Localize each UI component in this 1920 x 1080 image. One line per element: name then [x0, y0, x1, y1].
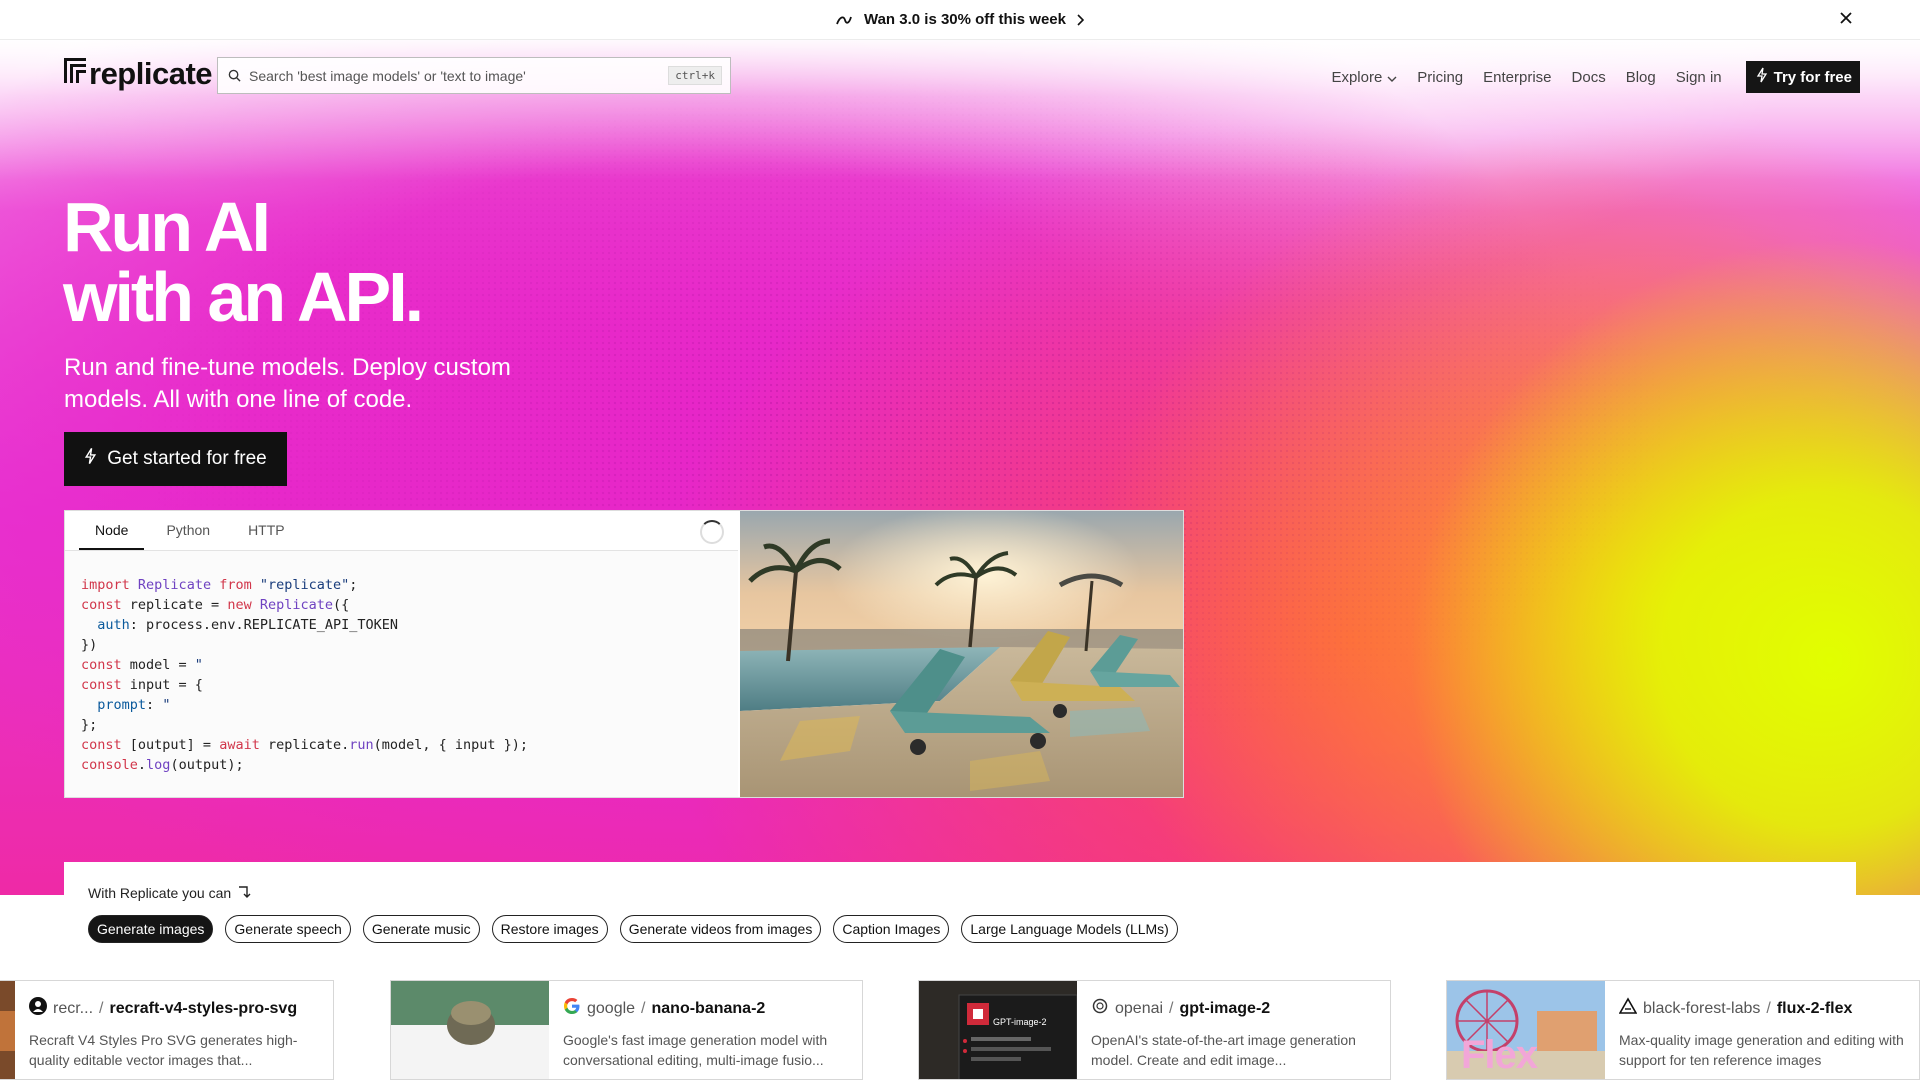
separator: /	[99, 999, 104, 1017]
code-pane: Node Python HTTP import Replicate from "…	[65, 511, 738, 797]
model-card[interactable]: recr... / recraft-v4-styles-pro-svg Recr…	[0, 980, 334, 1080]
model-name[interactable]: flux-2-flex	[1777, 1000, 1853, 1018]
model-description: Google's fast image generation model wit…	[563, 1032, 828, 1068]
arrow-down-right-icon	[237, 884, 251, 901]
chip-generate-videos[interactable]: Generate videos from images	[619, 915, 822, 943]
model-info: google / nano-banana-2 Google's fast ima…	[549, 981, 862, 1079]
chip-generate-music[interactable]: Generate music	[362, 915, 480, 943]
model-card[interactable]: GPT-image-2 openai / gpt-image-2 OpenAI'…	[918, 980, 1391, 1080]
nav-enterprise[interactable]: Enterprise	[1483, 69, 1551, 86]
nav-docs[interactable]: Docs	[1572, 69, 1606, 86]
search-input[interactable]: Search 'best image models' or 'text to i…	[217, 57, 731, 94]
language-tabs: Node Python HTTP	[65, 511, 738, 551]
nav-blog[interactable]: Blog	[1626, 69, 1656, 86]
hero-title: Run AI with an API.	[63, 188, 424, 336]
try-for-free-button[interactable]: Try for free	[1745, 61, 1860, 93]
chevron-right-icon	[1076, 13, 1084, 26]
capabilities-label-row: With Replicate you can	[88, 884, 251, 901]
announcement-bar[interactable]: Wan 3.0 is 30% off this week	[0, 0, 1920, 40]
model-owner: openai	[1115, 999, 1164, 1017]
model-card[interactable]: Flex black-forest-labs / flux-2-flex Max…	[1446, 980, 1920, 1080]
model-cards-row: recr... / recraft-v4-styles-pro-svg Recr…	[0, 980, 1920, 1080]
nav-pricing[interactable]: Pricing	[1417, 69, 1463, 86]
replicate-logo[interactable]: replicate	[63, 56, 213, 92]
google-logo-icon	[563, 997, 581, 1020]
model-info: black-forest-labs / flux-2-flex Max-qual…	[1605, 981, 1919, 1079]
model-card[interactable]: google / nano-banana-2 Google's fast ima…	[390, 980, 863, 1080]
model-title: black-forest-labs / flux-2-flex	[1618, 997, 1905, 1020]
nav-explore-label: Explore	[1331, 68, 1383, 86]
model-title: recr... / recraft-v4-styles-pro-svg	[29, 997, 319, 1020]
site-header: replicate Search 'best image models' or …	[0, 40, 1920, 112]
chip-generate-images[interactable]: Generate images	[88, 915, 214, 943]
bfl-triangle-icon	[1618, 997, 1638, 1020]
hero-title-line1: Run AI	[63, 188, 271, 266]
model-description: OpenAI's state-of-the-art image generati…	[1091, 1032, 1356, 1068]
chip-generate-speech[interactable]: Generate speech	[225, 915, 351, 943]
model-thumbnail: GPT-image-2	[919, 981, 1077, 1079]
model-name[interactable]: recraft-v4-styles-pro-svg	[109, 1000, 297, 1018]
model-info: recr... / recraft-v4-styles-pro-svg Recr…	[15, 981, 333, 1079]
code-block[interactable]: import Replicate from "replicate"; const…	[65, 551, 738, 799]
tab-node[interactable]: Node	[79, 522, 145, 550]
get-started-button[interactable]: Get started for free	[64, 432, 287, 486]
lightning-icon	[1756, 67, 1768, 87]
get-started-label: Get started for free	[107, 448, 267, 469]
announcement-text[interactable]: Wan 3.0 is 30% off this week	[864, 11, 1066, 28]
model-description: Max-quality image generation and editing…	[1619, 1032, 1904, 1068]
model-thumbnail	[391, 981, 549, 1079]
loading-spinner-icon	[699, 520, 724, 544]
code-example-card: Node Python HTTP import Replicate from "…	[64, 510, 1184, 798]
nav-sign-in[interactable]: Sign in	[1676, 69, 1722, 86]
openai-logo-icon	[1091, 997, 1109, 1020]
wan-logo-icon	[836, 14, 852, 26]
model-name[interactable]: nano-banana-2	[652, 1000, 766, 1018]
model-thumbnail: Flex	[1447, 981, 1605, 1079]
replicate-mark-icon	[63, 56, 87, 92]
tab-http[interactable]: HTTP	[232, 522, 301, 550]
capability-chips: Generate images Generate speech Generate…	[88, 915, 1178, 943]
close-icon[interactable]	[1838, 10, 1854, 26]
hero-title-line2: with an API.	[63, 258, 424, 336]
tab-python[interactable]: Python	[150, 522, 226, 550]
model-description: Recraft V4 Styles Pro SVG generates high…	[29, 1032, 298, 1068]
example-output-image	[737, 511, 1183, 797]
chevron-down-icon	[1387, 69, 1397, 86]
chip-caption-images[interactable]: Caption Images	[833, 915, 950, 943]
model-title: openai / gpt-image-2	[1091, 997, 1376, 1020]
lightning-icon	[84, 447, 97, 471]
main-nav: Explore Pricing Enterprise Docs Blog Sig…	[1331, 61, 1860, 93]
model-name[interactable]: gpt-image-2	[1180, 1000, 1271, 1018]
nav-explore[interactable]: Explore	[1331, 69, 1397, 86]
thumbnail-caption: Flex	[1461, 1033, 1538, 1077]
search-icon	[228, 69, 241, 82]
capabilities-label: With Replicate you can	[88, 884, 232, 901]
model-info: openai / gpt-image-2 OpenAI's state-of-t…	[1077, 981, 1390, 1079]
logo-text: replicate	[89, 56, 213, 91]
separator: /	[1169, 999, 1174, 1017]
try-for-free-label: Try for free	[1773, 68, 1852, 86]
chip-restore-images[interactable]: Restore images	[491, 915, 608, 943]
model-thumbnail	[0, 981, 15, 1079]
model-owner: black-forest-labs	[1643, 999, 1761, 1017]
model-title: google / nano-banana-2	[563, 997, 848, 1020]
separator: /	[641, 999, 646, 1017]
model-owner: google	[587, 999, 636, 1017]
search-placeholder[interactable]: Search 'best image models' or 'text to i…	[249, 68, 668, 84]
search-shortcut-badge: ctrl+k	[668, 66, 722, 85]
thumbnail-caption: GPT-image-2	[993, 1017, 1047, 1027]
hero-subtitle: Run and fine-tune models. Deploy custom …	[64, 354, 511, 413]
model-owner: recr...	[53, 999, 94, 1017]
recraft-logo-icon	[29, 997, 47, 1020]
chip-llms[interactable]: Large Language Models (LLMs)	[961, 915, 1178, 943]
separator: /	[1766, 999, 1771, 1017]
